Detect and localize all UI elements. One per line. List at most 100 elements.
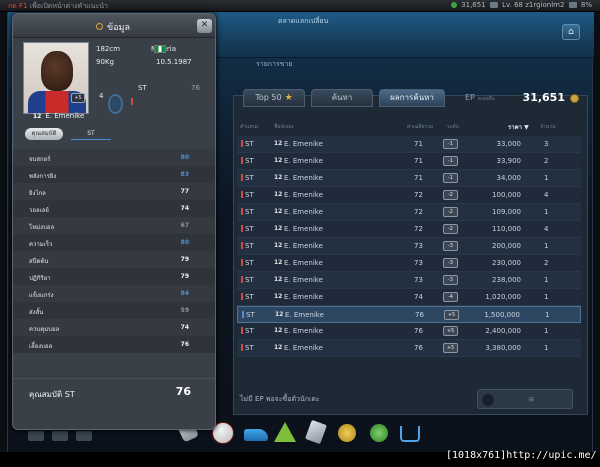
help-hint: กด F1 เพื่อเปิดหน้าต่างคำแนะนำ [8,2,108,10]
table-row[interactable]: ST 12 E. Emenike 72 -2 100,000 4 [237,187,581,204]
volume-icon[interactable] [568,2,577,8]
row-overall: 72 [414,208,423,216]
col-overall[interactable]: ค่าเฉลี่ยรวม [407,123,433,131]
dock-left-button-2[interactable] [52,431,68,441]
stat-value: 80 [180,239,189,246]
col-price[interactable]: ราคา ▼ [508,122,529,132]
row-position: ST [241,242,254,250]
close-button[interactable]: ✕ [197,19,212,33]
shop-cart-icon[interactable] [400,426,420,442]
system-status: 31,651 Lv. 68 z1rgionlm2 8% [450,1,592,9]
row-overall: 72 [414,225,423,233]
stats-list: จบสกอร์ 80 พลังการยิง 83 ยิงไกล 77 วอลเลย์ 74 โห… [13,149,215,353]
row-level-badge: +5 [443,326,458,336]
table-row[interactable]: ST 12 E. Emenike 71 -1 33,000 3 [237,136,581,153]
player-height: 182cm [96,45,121,53]
row-price: 230,000 [492,259,521,267]
position-color-icon [241,191,243,198]
page-title: ตลาดแลกเปลี่ยน [278,17,329,25]
home-button[interactable]: ⌂ [562,24,580,40]
player-name: 12 E. Emenike [33,112,84,120]
player-number: 4 [99,92,104,100]
table-row[interactable]: ST 12 E. Emenike 72 -2 109,000 1 [237,204,581,221]
player-position: ST [138,84,147,92]
row-position: ST [241,259,254,267]
row-player-name: E. Emenike [284,140,323,148]
table-row[interactable]: ST 12 E. Emenike 72 -2 110,000 4 [237,221,581,238]
row-team-number: 12 [274,140,283,147]
star-icon: ★ [284,93,293,103]
table-row[interactable]: ST 12 E. Emenike 76 +5 2,400,000 1 [237,323,581,340]
row-price: 3,380,000 [485,344,521,352]
table-row[interactable]: ST 12 E. Emenike 73 -3 200,000 1 [237,238,581,255]
row-quantity: 3 [544,140,549,148]
stat-row: ควบคุมบอล 74 [13,319,215,336]
dock-left-button-1[interactable] [28,431,44,441]
position-marker-icon [131,98,133,105]
buy-controls: ≋ [477,389,573,409]
club-icon[interactable] [370,424,388,442]
row-overall: 71 [414,157,423,165]
row-overall: 71 [414,174,423,182]
row-team-number: 12 [274,242,283,249]
coin-icon[interactable] [338,424,356,442]
row-price: 109,000 [492,208,521,216]
table-row[interactable]: ST 12 E. Emenike 71 -1 33,900 2 [237,153,581,170]
row-position: ST [242,311,255,319]
row-price: 1,500,000 [484,311,520,319]
player-portrait [23,42,89,114]
table-row[interactable]: ST 12 E. Emenike 74 -4 1,020,000 1 [237,289,581,306]
stat-row: สปีดต้น 79 [13,251,215,268]
tab-top50-label: Top 50 [255,93,282,102]
stat-value: 67 [180,222,189,229]
portrait-head [41,51,73,91]
mail-icon[interactable] [489,2,498,8]
table-row[interactable]: ST 12 E. Emenike 73 -3 238,000 1 [237,272,581,289]
col-level[interactable]: ระดับ [447,123,459,131]
buy-button[interactable]: ≋ [528,395,535,404]
help-hint-text: เพื่อเปิดหน้าต่างคำแนะนำ [29,2,108,10]
col-quantity[interactable]: จำนวน [540,123,555,131]
row-player-name: E. Emenike [284,225,323,233]
row-level-badge: -2 [443,224,458,234]
tab-attributes[interactable]: คุณสมบัติ [25,128,63,140]
tab-top50[interactable]: Top 50 ★ [243,89,305,107]
col-name[interactable]: ชื่อนักเตะ [274,123,294,131]
modal-header: ข้อมูล ✕ [13,14,215,38]
col-position[interactable]: ตำแหน่ง [240,123,258,131]
tab-position-st[interactable]: ST [71,128,111,140]
table-row[interactable]: ST 12 E. Emenike 76 +5 3,380,000 1 [237,340,581,357]
table-row[interactable]: ST 12 E. Emenike 71 -1 34,000 1 [237,170,581,187]
row-team-number: 12 [274,191,283,198]
topbar-level: Lv. 68 z1rgionlm2 [502,1,565,9]
player-info-modal: ข้อมูล ✕ +5 12E. Emenike 182cm Nigeria 9… [12,13,216,430]
player-name-text: E. Emenike [45,112,85,120]
table-row[interactable]: ST 12 E. Emenike 76 +5 1,500,000 1 [237,306,581,323]
row-price: 100,000 [492,191,521,199]
row-player-name: E. Emenike [285,311,324,319]
tab-search-results[interactable]: ผลการค้นหา [379,89,445,107]
table-row[interactable]: ST 12 E. Emenike 73 -3 230,000 2 [237,255,581,272]
position-color-icon [241,344,243,351]
stat-label: ยิงไกล [29,190,46,197]
row-position: ST [241,157,254,165]
stat-label: วอลเลย์ [29,207,49,214]
stat-label: ควบคุมบอล [29,326,60,333]
boot-icon[interactable] [244,429,268,441]
dock-left-button-3[interactable] [76,431,92,441]
row-position: ST [241,225,254,233]
stat-row: พลังการยิง 83 [13,166,215,183]
training-icon[interactable] [274,422,296,442]
stat-row: ปฏิกิริยา 79 [13,268,215,285]
row-level-badge: -2 [443,207,458,217]
row-quantity: 1 [544,208,549,216]
stat-value: 80 [180,154,189,161]
row-team-number: 12 [274,293,283,300]
row-level-badge: +5 [444,310,459,320]
tab-sell-list[interactable]: รายการขาย [256,59,293,70]
buy-toggle-button[interactable] [482,394,494,406]
row-level-badge: -1 [443,139,458,149]
tab-search-label: ค้นหา [331,93,353,102]
nigeria-flag-icon [154,45,166,53]
tab-search[interactable]: ค้นหา [311,89,373,107]
